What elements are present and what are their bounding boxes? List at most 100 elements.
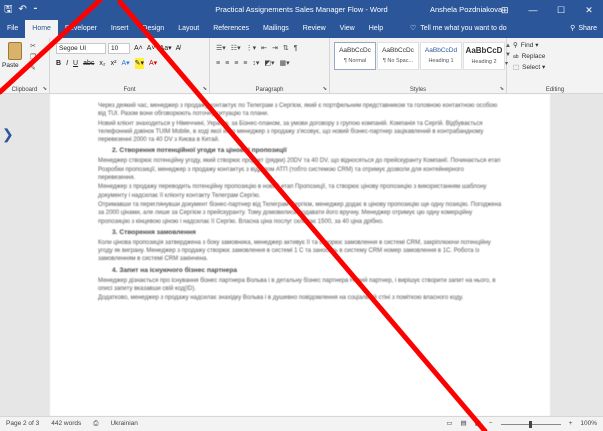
cut-icon[interactable]: ✂ [30, 42, 36, 50]
language-indicator[interactable]: Ukrainian [110, 417, 137, 431]
tell-me-search[interactable]: ♡ Tell me what you want to do [410, 20, 507, 38]
underline-icon[interactable]: U [73, 58, 78, 69]
tab-layout[interactable]: Layout [171, 20, 206, 38]
zoom-slider[interactable] [500, 420, 561, 428]
tab-mailings[interactable]: Mailings [256, 20, 296, 38]
select-button[interactable]: ⬚ Select ▾ [513, 63, 545, 73]
word-count[interactable]: 442 words [51, 417, 81, 431]
style-normal[interactable]: AaBbCcDc ¶ Normal [334, 42, 376, 70]
document-paragraph[interactable]: Новий клієнт знаходиться у Німеччині, Ук… [98, 120, 502, 145]
font-name-dropdown[interactable]: Segoe UI [56, 43, 106, 54]
numbering-icon[interactable]: ☷▾ [231, 43, 241, 54]
document-paragraph[interactable]: Менеджер дізнається про існування бізнес… [98, 277, 502, 294]
user-name[interactable]: Anshela Pozdniakova [430, 5, 502, 15]
lightbulb-icon: ♡ [410, 25, 417, 32]
shading-icon[interactable]: ◩▾ [264, 58, 274, 69]
replace-button[interactable]: ab Replace [513, 52, 545, 62]
styles-launcher-icon[interactable]: ⬊ [500, 86, 504, 92]
document-paragraph[interactable]: Менеджер з продажу переводить потенційну… [98, 183, 502, 200]
proofing-icon[interactable]: ⎙ [93, 417, 98, 431]
line-spacing-icon[interactable]: ↕▾ [252, 58, 259, 69]
tab-developer[interactable]: Developer [58, 20, 104, 38]
find-button[interactable]: ⚲ Find ▾ [513, 41, 538, 51]
strikethrough-icon[interactable]: abc [83, 58, 94, 69]
bullets-icon[interactable]: ☰▾ [216, 43, 226, 54]
style-heading-2[interactable]: AaBbCcD Heading 2 [463, 42, 505, 70]
web-layout-icon[interactable]: ▦ [475, 417, 481, 431]
tab-view[interactable]: View [333, 20, 362, 38]
borders-icon[interactable]: ▦▾ [280, 58, 290, 69]
clipboard-group-label: Clipboard [11, 87, 38, 93]
italic-icon[interactable]: I [66, 58, 68, 69]
zoom-slider-thumb[interactable] [528, 420, 532, 428]
editing-group-label: Editing [545, 87, 565, 93]
share-button[interactable]: ⚲ Share [570, 20, 597, 38]
paragraph-group: ☰▾ ☷▾ ⋮▾ ⇤ ⇥ ⇅ ¶ ≡ ≡ ≡ ≡ ↕▾ ◩▾ ▦▾ Paragr… [210, 38, 330, 94]
document-area[interactable]: Через деякий час, менеджер з продажу кон… [0, 94, 603, 416]
bold-icon[interactable]: B [56, 58, 61, 69]
text-effects-icon[interactable]: A▾ [121, 58, 129, 69]
document-paragraph[interactable]: Додатково, менеджер з продажу надсилає з… [98, 294, 502, 302]
style-heading-1-name: Heading 1 [428, 58, 454, 64]
change-case-icon[interactable]: Aa▾ [160, 43, 172, 54]
copy-icon[interactable]: ❐ [30, 53, 36, 61]
tab-help[interactable]: Help [362, 20, 390, 38]
minimize-button[interactable]: — [519, 0, 547, 20]
styles-group-label: Styles [409, 87, 427, 93]
tab-file[interactable]: File [0, 20, 25, 38]
highlight-icon[interactable]: ✎▾ [134, 58, 145, 69]
style-no-spacing[interactable]: AaBbCcDc ¶ No Spac... [377, 42, 419, 70]
format-painter-icon[interactable]: ✎ [30, 64, 36, 72]
tab-references[interactable]: References [206, 20, 256, 38]
style-no-spacing-sample: AaBbCcDc [382, 47, 414, 54]
multilevel-list-icon[interactable]: ⋮▾ [246, 43, 257, 54]
tab-review[interactable]: Review [296, 20, 333, 38]
document-paragraph[interactable]: Коли цінова пропозиція затверджена з бок… [98, 239, 502, 264]
font-launcher-icon[interactable]: ⬊ [203, 86, 207, 92]
document-paragraph[interactable]: Менеджер створює потенційну угоду, який … [98, 157, 502, 182]
print-layout-icon[interactable]: ▤ [460, 417, 466, 431]
styles-group: AaBbCcDc ¶ Normal AaBbCcDc ¶ No Spac... … [330, 38, 511, 94]
document-heading[interactable]: 3. Створення замовлення [112, 228, 502, 237]
maximize-button[interactable]: ☐ [547, 0, 575, 20]
style-no-spacing-name: ¶ No Spac... [382, 58, 414, 64]
sort-icon[interactable]: ⇅ [283, 43, 289, 54]
read-mode-icon[interactable]: ▭ [446, 417, 452, 431]
document-paragraph[interactable]: Через деякий час, менеджер з продажу кон… [98, 102, 502, 119]
document-heading[interactable]: 4. Запит на існуючого бізнес партнера [112, 266, 502, 275]
justify-icon[interactable]: ≡ [243, 58, 247, 69]
decrease-indent-icon[interactable]: ⇤ [261, 43, 267, 54]
tab-insert[interactable]: Insert [104, 20, 136, 38]
zoom-level[interactable]: 100% [580, 417, 597, 431]
replace-label: Replace [521, 53, 546, 60]
align-left-icon[interactable]: ≡ [216, 58, 220, 69]
style-heading-1[interactable]: AaBbCcDd Heading 1 [420, 42, 462, 70]
document-paragraph[interactable]: Отримавши та переглянувши документ бізне… [98, 201, 502, 226]
align-right-icon[interactable]: ≡ [234, 58, 238, 69]
zoom-out-button[interactable]: − [489, 417, 493, 431]
subscript-icon[interactable]: x₂ [99, 58, 105, 69]
shrink-font-icon[interactable]: A˅ [147, 43, 156, 54]
clipboard-launcher-icon[interactable]: ⬊ [43, 86, 47, 92]
font-size-dropdown[interactable]: 10 [108, 43, 130, 54]
paragraph-group-label: Paragraph [255, 87, 284, 93]
paste-button[interactable]: Paste [2, 62, 19, 69]
page-count[interactable]: Page 2 of 3 [6, 417, 39, 431]
clear-formatting-icon[interactable]: A̸ [176, 43, 181, 54]
tab-design[interactable]: Design [135, 20, 171, 38]
font-color-icon[interactable]: A▾ [149, 58, 157, 69]
increase-indent-icon[interactable]: ⇥ [272, 43, 278, 54]
grow-font-icon[interactable]: A˄ [134, 43, 143, 54]
document-page[interactable]: Через деякий час, менеджер з продажу кон… [50, 94, 550, 416]
show-marks-icon[interactable]: ¶ [294, 43, 298, 54]
document-heading[interactable]: 2. Створення потенційної угоди та ціново… [112, 146, 502, 155]
zoom-in-button[interactable]: + [569, 417, 573, 431]
ribbon-tab-bar: File Home Developer Insert Design Layout… [0, 20, 603, 38]
paste-icon[interactable] [8, 42, 22, 60]
ribbon-display-options-icon[interactable]: ⊞ [501, 4, 509, 16]
tab-home[interactable]: Home [25, 20, 58, 38]
superscript-icon[interactable]: x² [111, 58, 117, 69]
close-button[interactable]: ✕ [575, 0, 603, 20]
align-center-icon[interactable]: ≡ [225, 58, 229, 69]
paragraph-launcher-icon[interactable]: ⬊ [323, 86, 327, 92]
